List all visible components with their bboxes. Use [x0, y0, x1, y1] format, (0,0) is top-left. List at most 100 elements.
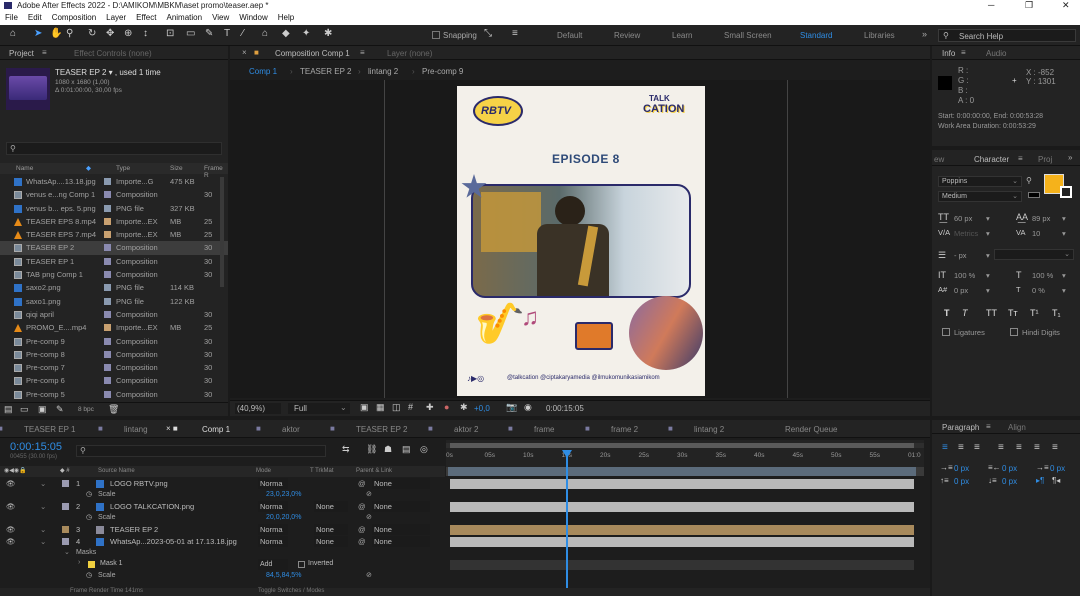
horizontal-scale-value[interactable]: 100 %	[1032, 271, 1053, 280]
timeline-tab[interactable]: aktor 2	[454, 425, 478, 434]
work-area-bar[interactable]	[450, 443, 914, 448]
project-item[interactable]: TAB png Comp 1 Composition 30	[0, 268, 228, 281]
exposure-icon[interactable]: ✱	[460, 402, 468, 413]
color-management-icon[interactable]: ●	[444, 402, 449, 412]
zoom-select[interactable]: (40,9%)	[235, 403, 281, 414]
project-item[interactable]: Pre-comp 7 Composition 30	[0, 361, 228, 374]
new-comp-icon[interactable]: ▣	[38, 404, 47, 415]
timeline-tab[interactable]: aktor	[282, 425, 300, 434]
stroke-style-select[interactable]: ⌄	[994, 249, 1074, 260]
baseline-shift-value[interactable]: 0 px	[954, 286, 968, 295]
label-color-swatch[interactable]	[104, 271, 111, 279]
tab-close-icon[interactable]: × ■	[166, 424, 178, 433]
project-item[interactable]: venus e...ng Comp 1 Composition 30	[0, 188, 228, 201]
align-right-icon[interactable]: ≡	[974, 442, 980, 453]
mask-visibility-icon[interactable]: ◫	[392, 402, 401, 413]
justify-all-icon[interactable]: ≡	[1052, 442, 1058, 453]
tab-layer[interactable]: Layer (none)	[387, 49, 432, 58]
superscript-button[interactable]: T¹	[1030, 308, 1039, 318]
font-style-select[interactable]: Medium ⌄	[938, 191, 1022, 202]
menu-composition[interactable]: Composition	[47, 11, 101, 25]
property-value[interactable]: 23,0,23,0%	[266, 491, 301, 498]
project-item[interactable]: TEASER EP 1 Composition 30	[0, 255, 228, 268]
justify-left-icon[interactable]: ≡	[998, 442, 1004, 453]
indent-right-value[interactable]: 0 px	[1002, 464, 1017, 473]
type-tool-icon[interactable]: T	[224, 28, 230, 39]
mask-mode-select[interactable]: Add	[258, 559, 288, 570]
project-item[interactable]: qiqi april Composition 30	[0, 308, 228, 321]
visibility-eye-icon[interactable]: 👁	[6, 479, 16, 488]
expand-chevron-icon[interactable]: ⌄	[40, 537, 46, 546]
tab-close-icon[interactable]: ■	[256, 424, 261, 433]
project-item[interactable]: Pre-comp 5 Composition 30	[0, 388, 228, 401]
lock-icon[interactable]: ■	[254, 48, 259, 57]
menu-window[interactable]: Window	[234, 11, 272, 25]
timeline-search-input[interactable]: ⚲	[76, 445, 326, 457]
project-item[interactable]: TEASER EP 2 Composition 30	[0, 241, 228, 255]
expand-chevron-icon[interactable]: ›	[78, 559, 80, 566]
direction-ltr-icon[interactable]: ▸¶	[1036, 476, 1044, 485]
mask-duration-bar[interactable]	[450, 560, 914, 570]
project-item[interactable]: saxo2.png PNG file 114 KB	[0, 281, 228, 294]
mask-color-swatch[interactable]	[88, 561, 95, 568]
mask-inverted-checkbox[interactable]	[298, 561, 305, 568]
snap-options-icon[interactable]: ⤡	[484, 28, 492, 39]
layer-row[interactable]: 👁 ⌄ 2 LOGO TALKCATION.png Norma None @ None	[0, 501, 930, 513]
tab-close-icon[interactable]: ■	[330, 424, 335, 433]
masks-group-row[interactable]: ⌄ Masks	[0, 548, 930, 559]
hindi-digits-checkbox[interactable]	[1010, 328, 1018, 336]
panel-menu-icon[interactable]: ≡	[986, 422, 991, 431]
direction-rtl-icon[interactable]: ¶◂	[1052, 476, 1060, 485]
bpc-label[interactable]: 8 bpc	[78, 406, 94, 413]
shy-layers-icon[interactable]: ☗	[384, 444, 392, 455]
timeline-tab[interactable]: frame	[534, 425, 554, 434]
workspace-standard[interactable]: Standard	[800, 31, 832, 40]
layer-duration-bar[interactable]	[450, 537, 914, 547]
tab-close-icon[interactable]: ■	[668, 424, 673, 433]
breadcrumb-precomp9[interactable]: Pre-comp 9	[422, 67, 463, 76]
workspace-small-screen[interactable]: Small Screen	[724, 31, 772, 40]
tab-info[interactable]: Info	[942, 49, 955, 58]
kerning-value[interactable]: Metrics	[954, 229, 978, 238]
timeline-tab[interactable]: Render Queue	[785, 425, 837, 434]
workspace-more-icon[interactable]: »	[922, 29, 927, 39]
col-trkmat[interactable]: T TrkMat	[310, 468, 334, 474]
project-item[interactable]: Pre-comp 6 Composition 30	[0, 374, 228, 387]
timeline-tab[interactable]: lintang	[124, 425, 148, 434]
maximize-icon[interactable]: ❐	[1025, 0, 1033, 11]
space-before-value[interactable]: 0 px	[954, 477, 969, 486]
layer-duration-bar[interactable]	[450, 502, 914, 512]
justify-right-icon[interactable]: ≡	[1034, 442, 1040, 453]
label-color-swatch[interactable]	[104, 324, 111, 332]
mask-name[interactable]: Mask 1	[100, 560, 123, 567]
motion-blur-icon[interactable]: ◎	[420, 444, 428, 455]
interpret-footage-icon[interactable]: ▤	[4, 404, 13, 415]
anchor-tool-icon[interactable]: ⊡	[166, 28, 174, 39]
zoom-tool-icon[interactable]: ⚲	[66, 28, 73, 39]
label-color-swatch[interactable]	[104, 178, 111, 185]
new-folder-icon[interactable]: ▭	[20, 404, 29, 415]
layer-mode-select[interactable]: Norma	[258, 478, 288, 489]
menu-animation[interactable]: Animation	[161, 11, 207, 25]
layer-duration-bar[interactable]	[450, 479, 914, 489]
font-size-value[interactable]: 60 px	[954, 214, 972, 223]
tab-close-icon[interactable]: ■	[0, 424, 3, 433]
av-switches-icon[interactable]: ◉◀◉🔒	[4, 467, 27, 474]
label-color-swatch[interactable]	[104, 364, 111, 372]
panel-menu-icon[interactable]: ≡	[360, 48, 365, 57]
tab-close-icon[interactable]: ■	[98, 424, 103, 433]
clone-tool-icon[interactable]: ⌂	[262, 28, 268, 39]
timeline-tab[interactable]: TEASER EP 1	[24, 425, 75, 434]
project-item[interactable]: saxo1.png PNG file 122 KB	[0, 295, 228, 308]
snapping-checkbox[interactable]	[432, 31, 440, 39]
layer-trkmat-select[interactable]: None	[314, 536, 348, 547]
stroke-color-swatch[interactable]	[1060, 186, 1072, 198]
layer-label-color[interactable]	[62, 538, 69, 545]
label-color-swatch[interactable]	[104, 191, 111, 199]
search-help-box[interactable]: ⚲ Search Help	[938, 29, 1076, 42]
expand-chevron-icon[interactable]: ⌄	[64, 548, 70, 556]
label-color-swatch[interactable]	[104, 284, 111, 292]
faux-italic-button[interactable]: T	[962, 308, 968, 318]
resolution-select[interactable]: Full ⌄	[288, 403, 350, 414]
expand-chevron-icon[interactable]: ⌄	[40, 502, 46, 511]
